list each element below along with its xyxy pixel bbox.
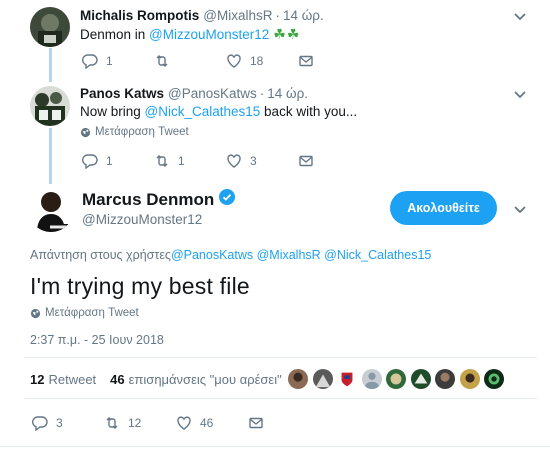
retweet-button[interactable]: 1 bbox=[154, 153, 226, 169]
like-button[interactable]: 46 bbox=[176, 415, 248, 431]
like-count: 46 bbox=[200, 416, 214, 430]
tweet-text-prefix: Denmon in bbox=[80, 27, 150, 42]
retweet-icon bbox=[156, 55, 168, 67]
liker-avatar[interactable] bbox=[483, 368, 505, 390]
tweet-time[interactable]: 14 ώρ. bbox=[283, 8, 324, 23]
main-tweet-text: I'm trying my best file bbox=[30, 273, 250, 299]
like-stat[interactable]: 46 επισημάνσεις "μου αρέσει" bbox=[110, 372, 282, 387]
direct-message-button[interactable] bbox=[298, 153, 314, 169]
separator: · bbox=[275, 8, 280, 23]
avatar[interactable] bbox=[30, 86, 70, 126]
globe-icon bbox=[30, 308, 41, 318]
translate-label: Μετάφραση Tweet bbox=[95, 126, 189, 138]
tweet-text: Now bring @Nick_Calathes15 back with you… bbox=[80, 104, 357, 119]
reply-count: 1 bbox=[106, 54, 113, 68]
reply-button[interactable]: 1 bbox=[82, 153, 154, 169]
like-button[interactable]: 3 bbox=[226, 153, 298, 169]
liker-avatar[interactable] bbox=[409, 368, 432, 390]
chevron-down-icon[interactable] bbox=[511, 85, 529, 103]
reply-count: 3 bbox=[56, 416, 63, 430]
translate-tweet-link[interactable]: Μετάφραση Tweet bbox=[80, 126, 189, 138]
tweet-text: Denmon in @MizzouMonster12 ☘☘ bbox=[80, 26, 300, 43]
like-stat-count: 46 bbox=[110, 372, 125, 387]
liker-avatar[interactable] bbox=[385, 368, 407, 390]
reply-count: 1 bbox=[106, 154, 113, 168]
direct-message-button[interactable] bbox=[298, 53, 314, 69]
liker-avatar[interactable] bbox=[360, 368, 383, 390]
liker-avatar[interactable] bbox=[336, 368, 358, 390]
avatar[interactable] bbox=[28, 186, 74, 232]
tweet-text-prefix: Now bring bbox=[80, 104, 145, 119]
heart-icon bbox=[177, 416, 191, 430]
retweet-stat[interactable]: 12 Retweet bbox=[30, 372, 96, 387]
reply-to-label: Απάντηση στους χρήστες bbox=[30, 248, 171, 262]
retweet-icon bbox=[106, 417, 118, 429]
like-count: 3 bbox=[250, 154, 257, 168]
author-handle[interactable]: @PanosKatws bbox=[168, 86, 257, 101]
heart-icon bbox=[227, 154, 241, 168]
verified-badge-icon bbox=[219, 189, 236, 205]
retweet-button[interactable] bbox=[154, 53, 226, 69]
envelope-icon bbox=[249, 417, 263, 429]
divider bbox=[24, 398, 537, 399]
author-handle[interactable]: @MixalhsR bbox=[203, 8, 272, 23]
mention-link[interactable]: @MizzouMonster12 bbox=[149, 27, 269, 42]
liker-avatars bbox=[287, 368, 508, 390]
retweet-count: 1 bbox=[178, 154, 185, 168]
reply-button[interactable]: 3 bbox=[32, 415, 104, 431]
engagement-stats: 12 Retweet 46 επισημάνσεις "μου αρέσει" bbox=[30, 372, 296, 387]
retweet-stat-label: Retweet bbox=[48, 372, 97, 387]
author-name[interactable]: Michalis Rompotis bbox=[80, 8, 199, 23]
chevron-down-icon[interactable] bbox=[511, 200, 529, 218]
like-stat-label: επισημάνσεις "μου αρέσει" bbox=[128, 372, 282, 387]
liker-avatar[interactable] bbox=[458, 368, 481, 390]
translate-tweet-link[interactable]: Μετάφραση Tweet bbox=[30, 307, 139, 319]
direct-message-button[interactable] bbox=[248, 415, 264, 431]
reply-to-line: Απάντηση στους χρήστες@PanosKatws @Mixal… bbox=[30, 248, 431, 262]
divider bbox=[0, 446, 550, 447]
translate-label: Μετάφραση Tweet bbox=[45, 307, 139, 319]
liker-avatar[interactable] bbox=[434, 368, 456, 390]
liker-avatar[interactable] bbox=[311, 368, 334, 390]
reply-icon bbox=[32, 416, 48, 431]
globe-icon bbox=[80, 127, 91, 137]
tweet-text-suffix: back with you... bbox=[260, 104, 358, 119]
author-name[interactable]: Panos Katws bbox=[80, 86, 164, 101]
reply-icon bbox=[82, 54, 98, 69]
thread-tweet-2[interactable]: Panos Katws @PanosKatws · 14 ώρ. Now bri… bbox=[0, 82, 550, 184]
chevron-down-icon[interactable] bbox=[511, 7, 529, 25]
following-button[interactable]: Ακολουθείτε bbox=[390, 191, 497, 225]
reply-mention[interactable]: @MixalhsR bbox=[257, 248, 321, 262]
reply-icon bbox=[82, 154, 98, 169]
retweet-stat-count: 12 bbox=[30, 372, 45, 387]
shamrock-emoji: ☘☘ bbox=[273, 26, 301, 42]
retweet-count: 12 bbox=[128, 416, 142, 430]
envelope-icon bbox=[299, 155, 313, 167]
tweet-time[interactable]: 14 ώρ. bbox=[267, 86, 308, 101]
divider bbox=[24, 357, 537, 358]
author-name[interactable]: Marcus Denmon bbox=[82, 190, 214, 210]
tweet-timestamp[interactable]: 2:37 π.μ. - 25 Ιουν 2018 bbox=[30, 333, 164, 347]
retweet-button[interactable]: 12 bbox=[104, 415, 176, 431]
like-button[interactable]: 18 bbox=[226, 53, 298, 69]
retweet-icon bbox=[156, 155, 168, 167]
liker-avatar[interactable] bbox=[287, 368, 309, 390]
mention-link[interactable]: @Nick_Calathes15 bbox=[145, 104, 261, 119]
reply-button[interactable]: 1 bbox=[82, 53, 154, 69]
reply-mention[interactable]: @Nick_Calathes15 bbox=[324, 248, 431, 262]
separator: · bbox=[259, 86, 265, 101]
heart-icon bbox=[227, 54, 241, 68]
envelope-icon bbox=[299, 55, 313, 67]
avatar[interactable] bbox=[30, 7, 70, 47]
like-count: 18 bbox=[250, 54, 264, 68]
thread-tweet-1[interactable]: Michalis Rompotis @MixalhsR · 14 ώρ. Den… bbox=[0, 0, 550, 82]
reply-mention[interactable]: @PanosKatws bbox=[171, 248, 253, 262]
author-handle[interactable]: @MizzouMonster12 bbox=[82, 212, 202, 227]
